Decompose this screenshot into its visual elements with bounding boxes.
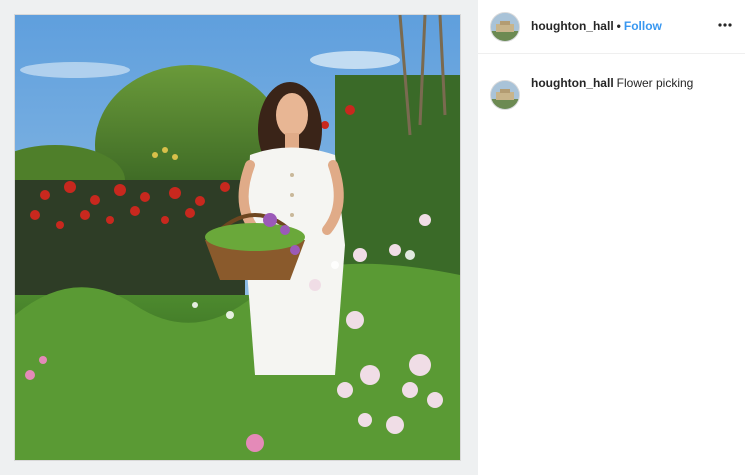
house-icon (491, 81, 519, 109)
post-header: houghton_hall • Follow (478, 0, 745, 54)
caption-comment: houghton_hall Flower picking (531, 75, 731, 91)
garden-photo-illustration (15, 15, 460, 460)
caption-username[interactable]: houghton_hall (531, 76, 614, 90)
post-viewer: houghton_hall • Follow houghton_hall Flower… (0, 0, 745, 475)
follow-button[interactable]: Follow (624, 19, 662, 33)
caption-text: Flower picking (616, 76, 694, 90)
more-horizontal-icon[interactable] (717, 17, 733, 33)
author-line: houghton_hall • Follow (531, 19, 662, 33)
post-photo[interactable] (14, 14, 461, 461)
author-avatar[interactable] (490, 12, 520, 42)
separator-dot: • (616, 19, 621, 33)
post-sidebar: houghton_hall • Follow houghton_hall Flower… (478, 0, 745, 475)
caption-avatar[interactable] (490, 80, 520, 110)
media-frame (0, 0, 478, 475)
house-icon (491, 13, 519, 41)
author-username[interactable]: houghton_hall (531, 19, 614, 33)
